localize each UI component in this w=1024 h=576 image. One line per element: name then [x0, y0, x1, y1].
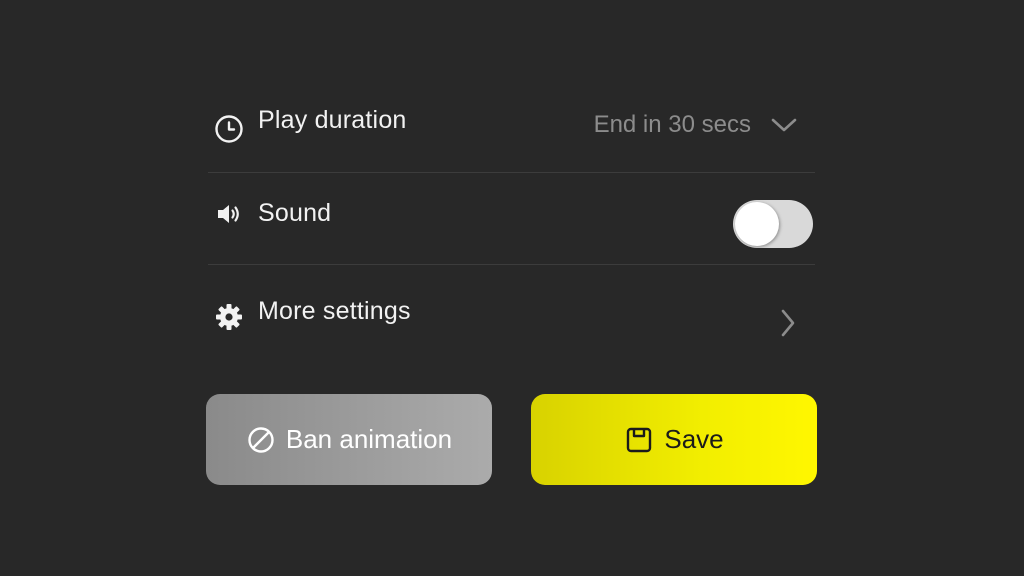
chevron-down-icon — [769, 110, 799, 140]
ban-animation-button[interactable]: Ban animation — [206, 394, 492, 485]
toggle-knob — [735, 201, 779, 246]
gear-icon — [213, 301, 245, 333]
settings-panel: Play duration End in 30 secs Sound More … — [208, 78, 815, 365]
clock-icon — [213, 113, 245, 145]
more-settings-label: More settings — [258, 296, 411, 325]
ban-animation-label: Ban animation — [285, 424, 453, 454]
save-icon — [624, 425, 654, 455]
sound-toggle[interactable] — [733, 199, 813, 248]
chevron-right-icon — [773, 306, 803, 340]
play-duration-label: Play duration — [258, 105, 407, 134]
play-duration-value: End in 30 secs — [593, 111, 751, 138]
sound-row: Sound — [208, 173, 815, 265]
more-settings-row[interactable]: More settings — [208, 265, 815, 365]
save-button[interactable]: Save — [531, 394, 817, 485]
sound-label: Sound — [258, 199, 332, 227]
speaker-icon — [213, 198, 245, 230]
save-label: Save — [664, 424, 724, 454]
block-icon — [246, 425, 276, 455]
sound-toggle-wrap — [733, 190, 813, 248]
play-duration-dropdown[interactable]: End in 30 secs — [594, 110, 813, 140]
play-duration-row[interactable]: Play duration End in 30 secs — [208, 78, 815, 173]
more-settings-nav — [773, 290, 813, 340]
